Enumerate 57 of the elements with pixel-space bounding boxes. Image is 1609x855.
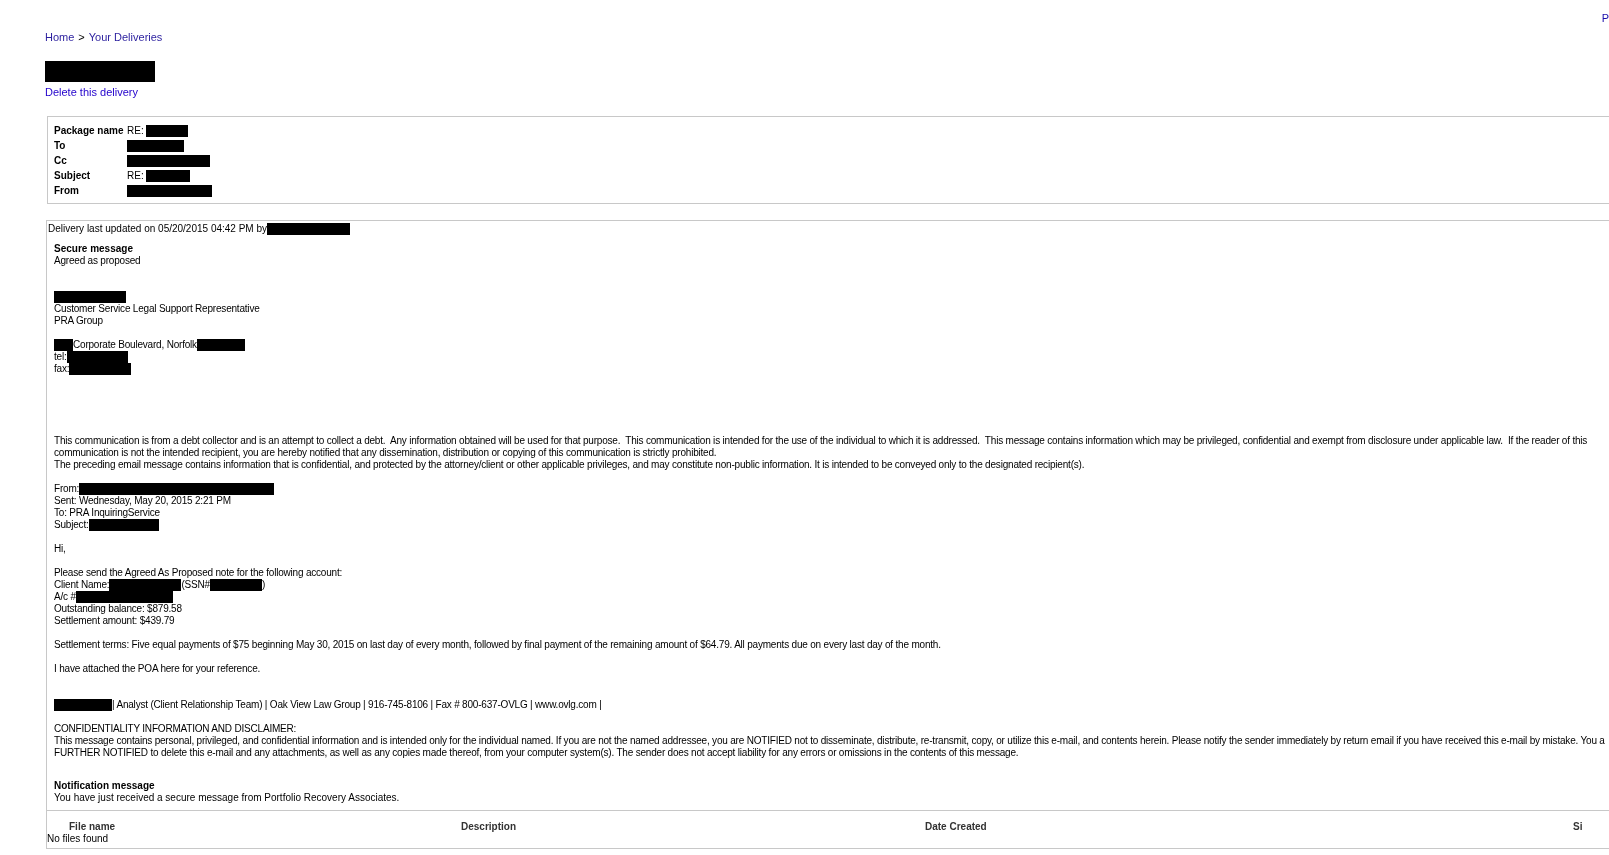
breadcrumb-separator: > (78, 31, 85, 43)
message-text: PRA Group (54, 315, 103, 327)
message-text: FURTHER NOTIFIED to delete this e-mail and any attachments, as well as any copies made thereof, from your computer system(s). The sender does not accept liability for any errors or omissions in the contents of this message. (54, 747, 1019, 759)
message-text: Settlement terms: Five equal payments of $75 beginning May 30, 2015 on last day of every month, followed by final payment of the remaining amount of $64.79. All payments due on every last day of the month. (54, 639, 941, 651)
breadcrumb-link[interactable]: Home (45, 31, 75, 43)
redaction-bar (127, 139, 184, 152)
section-heading: Notification message (54, 780, 156, 792)
column-header: Description (461, 821, 517, 833)
message-text: Hi, (54, 543, 66, 555)
message-text: communication is not the intended recipient, you are hereby notified that any dissemination, distribution or copying of this communication is strictly prohibited. (54, 447, 717, 459)
message-text: From: (54, 483, 80, 495)
message-text: tel: (54, 351, 67, 363)
breadcrumb-link[interactable]: Your Deliveries (88, 31, 163, 43)
message-text: Outstanding balance: $879.58 (54, 603, 182, 615)
message-text: The preceding email message contains information that is confidential, and protected by the attorney/client or other applicable privileges, and may constitute non-public information. It is intended to be conveyed only to the designated recipient(s). (54, 459, 1085, 471)
top-link[interactable]: P (1601, 12, 1609, 24)
column-header: File name (68, 821, 117, 833)
message-text: CONFIDENTIALITY INFORMATION AND DISCLAIMER: (54, 723, 297, 735)
redaction-bar (196, 339, 245, 351)
redaction-bar (54, 699, 112, 711)
redaction-bar (88, 519, 159, 531)
field-value: RE: (127, 169, 144, 182)
delete-link[interactable]: Delete this delivery (45, 86, 1609, 98)
message-text: I have attached the POA here for your reference. (54, 663, 261, 675)
message-text: A/c # (54, 591, 76, 603)
field-label: Subject (54, 169, 92, 182)
redaction-bar (54, 291, 126, 303)
message-text: Corporate Boulevard, Norfolk (73, 339, 197, 351)
update-info: Delivery last updated on 05/20/2015 04:42 PM by (48, 223, 268, 235)
message-text: To: PRA InquiringService (54, 507, 160, 519)
message-text: fax: (54, 363, 70, 375)
message-text: (SSN# (181, 579, 210, 591)
message-text: | Analyst (Client Relationship Team) | Oak View Law Group | 916-745-8106 | Fax # 800-637-OVLG | www.ovlg.com | (112, 699, 602, 711)
redaction-bar (145, 169, 190, 182)
field-label: To (54, 139, 67, 152)
message-text: Agreed as proposed (54, 255, 141, 267)
section-heading: Secure message (54, 243, 134, 255)
redaction-bar (209, 579, 262, 591)
field-label: From (54, 184, 80, 197)
field-label: Cc (54, 154, 68, 167)
field-value: RE: (127, 124, 144, 137)
column-header: Si (1573, 821, 1584, 833)
redaction-bar (69, 363, 132, 375)
redaction-bar (145, 124, 188, 137)
message-text: This message contains personal, privileged, and confidential information and is intended only for the individual named. If you are not the named addressee, you are NOTIFIED not to disseminate, distribute, re-transmit, copy, or utilize this e-mail, and contents herein. Please notify the sender immediately by return email if you have received this e-mail by mistake. You a (54, 735, 1605, 747)
message-text: Sent: Wednesday, May 20, 2015 2:21 PM (54, 495, 231, 507)
message-text: Customer Service Legal Support Representative (54, 303, 260, 315)
message-text: You have just received a secure message from Portfolio Recovery Associates. (54, 792, 401, 804)
message-text: Please send the Agreed As Proposed note for the following account: (54, 567, 343, 579)
message-text: Subject: (54, 519, 89, 531)
message-text: ) (261, 579, 265, 591)
field-label: Package name (54, 124, 125, 137)
column-header: Date Created (925, 821, 988, 833)
message-text: Client Name: (54, 579, 110, 591)
empty-message: No files found (47, 833, 109, 845)
message-text: Settlement amount: $439.79 (54, 615, 175, 627)
message-text: This communication is from a debt collector and is an attempt to collect a debt. Any information obtained will be used for that purpose. This communication is intended for the use of the individual to which it is addressed. This message contains information which may be privileged, confidential and exempt from disclosure under applicable law. If the reader of this (54, 435, 1588, 447)
